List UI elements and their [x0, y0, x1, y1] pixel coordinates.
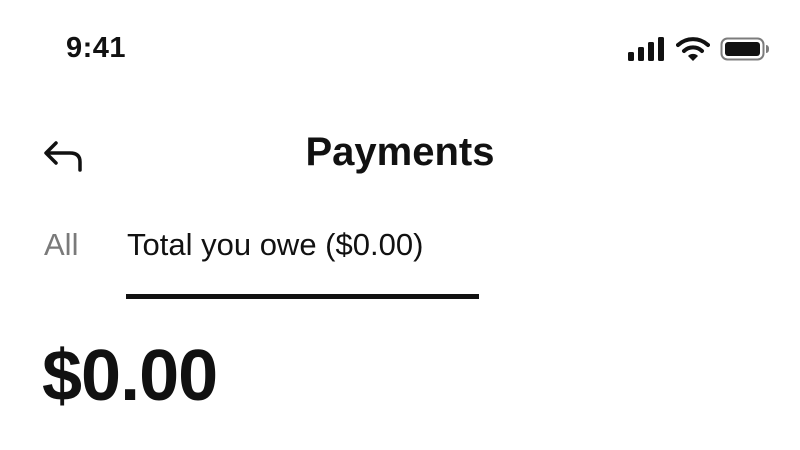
payments-screen: 9:41 Payments All Total you owe ($0.00) …	[0, 0, 800, 450]
cellular-signal-icon	[628, 37, 666, 61]
tab-all[interactable]: All	[44, 226, 78, 264]
active-tab-indicator	[126, 294, 479, 299]
status-icons	[628, 34, 770, 64]
total-owed-amount: $0.00	[42, 336, 218, 416]
page-title: Payments	[305, 130, 495, 174]
battery-icon	[720, 37, 770, 61]
tab-total-you-owe[interactable]: Total you owe ($0.00)	[127, 226, 423, 264]
wifi-icon	[676, 36, 710, 62]
status-time: 9:41	[66, 32, 127, 64]
